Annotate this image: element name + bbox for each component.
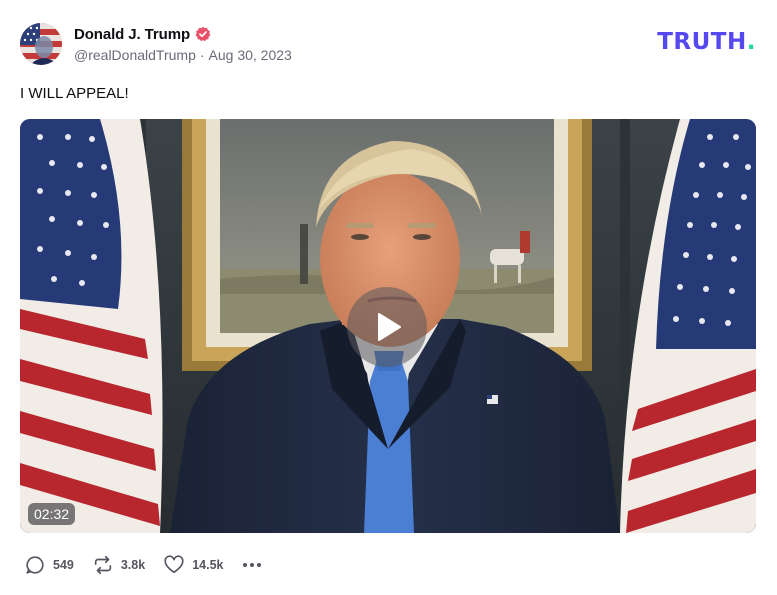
video-duration: 02:32 bbox=[28, 503, 76, 525]
post-date[interactable]: Aug 30, 2023 bbox=[209, 47, 292, 63]
brand-name: TRUTH bbox=[657, 29, 747, 55]
brand-period: . bbox=[746, 29, 756, 55]
reply-count: 549 bbox=[53, 558, 74, 572]
reply-button[interactable]: 549 bbox=[24, 554, 74, 576]
play-icon bbox=[378, 313, 401, 341]
more-icon bbox=[243, 563, 262, 567]
video-player[interactable]: 02:32 bbox=[20, 119, 756, 533]
author-handle[interactable]: @realDonaldTrump bbox=[74, 47, 196, 63]
post-actions: 549 3.8k 14.5k bbox=[24, 553, 263, 577]
name-row: Donald J. Trump bbox=[74, 26, 292, 43]
display-name[interactable]: Donald J. Trump bbox=[74, 26, 190, 43]
like-button[interactable]: 14.5k bbox=[163, 554, 223, 576]
retruth-icon bbox=[94, 555, 112, 575]
retruth-button[interactable]: 3.8k bbox=[92, 554, 145, 576]
truth-logo[interactable]: TRUTH. bbox=[657, 29, 756, 55]
retruth-count: 3.8k bbox=[120, 558, 146, 572]
play-button[interactable] bbox=[347, 287, 427, 367]
more-options-button[interactable] bbox=[241, 554, 263, 576]
truth-post: Donald J. Trump @realDonaldTrump · Aug 3… bbox=[0, 0, 777, 595]
meta-separator: · bbox=[199, 46, 205, 63]
avatar[interactable] bbox=[20, 23, 62, 65]
post-text: I WILL APPEAL! bbox=[20, 85, 129, 102]
author-info: Donald J. Trump @realDonaldTrump · Aug 3… bbox=[74, 26, 292, 63]
like-icon bbox=[164, 555, 184, 574]
post-meta: @realDonaldTrump · Aug 30, 2023 bbox=[74, 47, 292, 63]
like-count: 14.5k bbox=[192, 558, 224, 572]
verified-badge-icon bbox=[195, 26, 211, 42]
post-header: Donald J. Trump @realDonaldTrump · Aug 3… bbox=[20, 22, 756, 66]
reply-icon bbox=[26, 556, 44, 574]
